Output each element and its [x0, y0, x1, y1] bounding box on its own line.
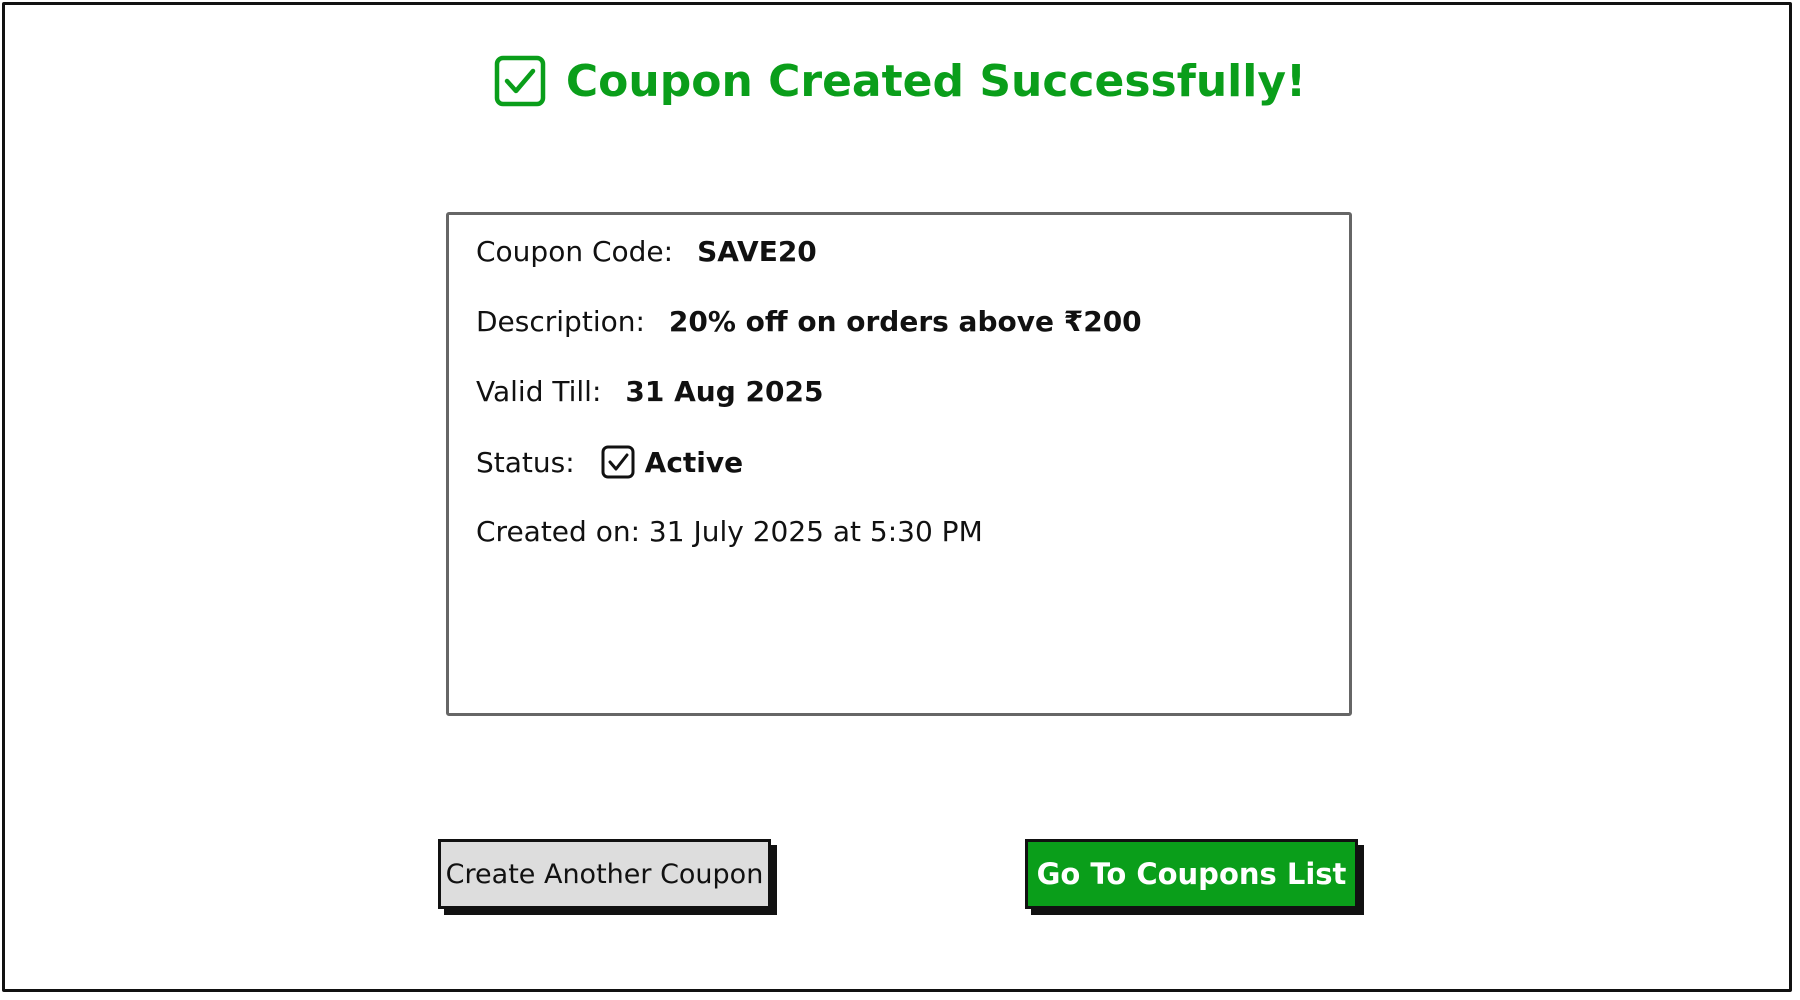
success-header: Coupon Created Successfully! [0, 48, 1800, 114]
create-another-coupon-button[interactable]: Create Another Coupon [438, 839, 771, 909]
go-to-coupons-list-label: Go To Coupons List [1036, 857, 1347, 891]
checkbox-checked-icon [494, 55, 546, 107]
coupon-code-row: Coupon Code: SAVE20 [476, 235, 817, 268]
status-row: Status: Active [476, 445, 743, 479]
description-row: Description: 20% off on orders above ₹20… [476, 305, 1142, 338]
status-value: Active [644, 445, 744, 479]
valid-till-value: 31 Aug 2025 [625, 375, 824, 408]
create-another-coupon-label: Create Another Coupon [445, 858, 764, 890]
status-label: Status: [476, 445, 575, 479]
coupon-code-value: SAVE20 [697, 235, 817, 268]
valid-till-row: Valid Till: 31 Aug 2025 [476, 375, 823, 408]
description-value: 20% off on orders above ₹200 [668, 305, 1142, 338]
checkbox-checked-icon [601, 445, 635, 479]
go-to-coupons-list-button[interactable]: Go To Coupons List [1025, 839, 1358, 909]
coupon-details-card: Coupon Code: SAVE20 Description: 20% off… [446, 212, 1352, 716]
page-title: Coupon Created Successfully! [565, 55, 1307, 107]
coupon-code-label: Coupon Code: [476, 235, 674, 268]
created-on-text: Created on: 31 July 2025 at 5:30 PM [476, 515, 983, 548]
created-on-row: Created on: 31 July 2025 at 5:30 PM [476, 515, 983, 548]
description-label: Description: [476, 305, 645, 338]
valid-till-label: Valid Till: [476, 375, 602, 408]
